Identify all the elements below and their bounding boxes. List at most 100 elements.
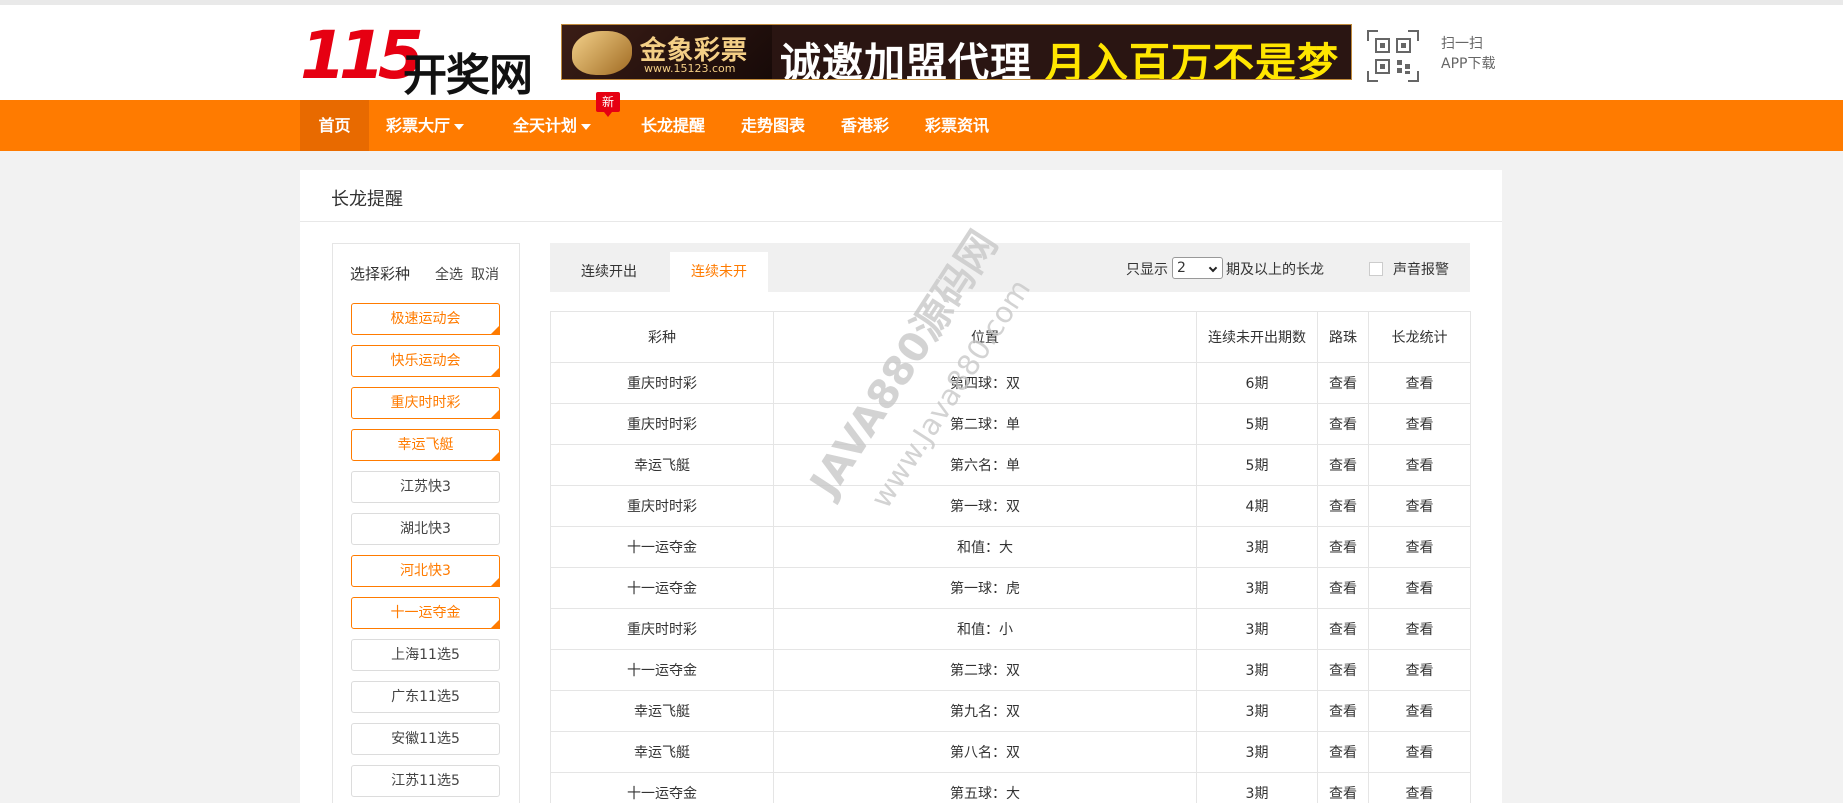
lottery-option[interactable]: 湖北快3 (351, 513, 500, 545)
road-view-link[interactable]: 查看 (1317, 731, 1369, 773)
nav-long-dragon-label: 长龙提醒 (641, 116, 706, 135)
cell-lottery: 重庆时时彩 (550, 608, 774, 650)
nav-daily-plan[interactable]: 全天计划 (513, 100, 592, 151)
table-row: 幸运飞艇 第八名：双 3期 查看 查看 (550, 731, 1471, 773)
site-header: 115 开奖网 金象彩票 www.15123.com 诚邀加盟代理 月入百万不是… (0, 5, 1843, 101)
cell-position: 第二球：单 (773, 403, 1197, 445)
lottery-option[interactable]: 安徽11选5 (351, 723, 500, 755)
lottery-option[interactable]: 江苏11选5 (351, 765, 500, 797)
road-view-link[interactable]: 查看 (1317, 526, 1369, 568)
road-view-link[interactable]: 查看 (1317, 403, 1369, 445)
tab-consecutive-drawn[interactable]: 连续开出 (560, 252, 658, 292)
lottery-option[interactable]: 幸运飞艇 (351, 429, 500, 461)
col-position: 位置 (773, 311, 1197, 363)
cell-position: 第五球：大 (773, 772, 1197, 803)
cell-lottery: 十一运夺金 (550, 772, 774, 803)
lottery-option[interactable]: 十一运夺金 (351, 597, 500, 629)
chevron-down-icon (454, 123, 465, 130)
nav-daily-plan-label: 全天计划 (513, 116, 578, 135)
lottery-option[interactable]: 上海11选5 (351, 639, 500, 671)
road-view-link[interactable]: 查看 (1317, 649, 1369, 691)
tab-consecutive-drawn-label: 连续开出 (581, 264, 637, 280)
min-periods-select[interactable]: 2 (1172, 257, 1223, 279)
lottery-option[interactable]: 河北快3 (351, 555, 500, 587)
cell-lottery: 幸运飞艇 (550, 731, 774, 773)
stats-view-link[interactable]: 查看 (1368, 608, 1471, 650)
logo-number: 115 (300, 17, 424, 94)
logo-text: 开奖网 (403, 50, 533, 101)
road-view-link[interactable]: 查看 (1317, 608, 1369, 650)
stats-view-link[interactable]: 查看 (1368, 362, 1471, 404)
cell-lottery: 幸运飞艇 (550, 444, 774, 486)
select-all-link[interactable]: 全选 (435, 264, 463, 284)
nav-hongkong[interactable]: 香港彩 (841, 100, 889, 151)
road-view-link[interactable]: 查看 (1317, 362, 1369, 404)
site-logo[interactable]: 115 开奖网 (300, 17, 552, 101)
table-body: 重庆时时彩 第四球：双 6期 查看 查看 重庆时时彩 第二球：单 5期 查看 查看 幸运飞艇 第六名：… (550, 362, 1471, 803)
qr-app-label: APP下载 (1441, 56, 1496, 72)
chevron-down-icon (581, 123, 592, 130)
road-view-link[interactable]: 查看 (1317, 444, 1369, 486)
cell-lottery: 重庆时时彩 (550, 485, 774, 527)
filter-suffix: 期及以上的长龙 (1226, 262, 1324, 278)
table-row: 重庆时时彩 第二球：单 5期 查看 查看 (550, 403, 1471, 445)
table-header-row: 彩种 位置 连续未开出期数 路珠 长龙统计 (550, 311, 1471, 363)
page-title: 长龙提醒 (331, 189, 403, 210)
cell-position: 第一球：虎 (773, 567, 1197, 609)
lottery-option[interactable]: 极速运动会 (351, 303, 500, 335)
sound-alarm-label: 声音报警 (1393, 262, 1449, 278)
road-view-link[interactable]: 查看 (1317, 772, 1369, 803)
cancel-link[interactable]: 取消 (471, 264, 499, 284)
lottery-option[interactable]: 江苏快3 (351, 471, 500, 503)
stats-view-link[interactable]: 查看 (1368, 690, 1471, 732)
tab-consecutive-not-drawn-label: 连续未开 (691, 264, 747, 280)
sound-alarm-checkbox[interactable] (1369, 262, 1383, 276)
nav-lottery-news[interactable]: 彩票资讯 (925, 100, 989, 151)
cell-periods: 3期 (1196, 526, 1318, 568)
col-lottery: 彩种 (550, 311, 774, 363)
lottery-option[interactable]: 快乐运动会 (351, 345, 500, 377)
nav-hongkong-label: 香港彩 (841, 116, 890, 135)
stats-view-link[interactable]: 查看 (1368, 526, 1471, 568)
cell-periods: 6期 (1196, 362, 1318, 404)
qr-scan-label: 扫一扫 (1441, 36, 1483, 52)
banner-brand: 金象彩票 www.15123.com (562, 25, 772, 79)
nav-long-dragon[interactable]: 长龙提醒 (641, 100, 705, 151)
stats-view-link[interactable]: 查看 (1368, 403, 1471, 445)
banner-slogan-yellow: 月入百万不是梦 (1045, 39, 1339, 80)
stats-view-link[interactable]: 查看 (1368, 649, 1471, 691)
nav-trend-charts-label: 走势图表 (741, 116, 806, 135)
lottery-option[interactable]: 广东11选5 (351, 681, 500, 713)
main-nav: 首页 彩票大厅 全天计划 长龙提醒 走势图表 香港彩 彩票资讯 (0, 100, 1843, 151)
stats-view-link[interactable]: 查看 (1368, 567, 1471, 609)
road-view-link[interactable]: 查看 (1317, 567, 1369, 609)
cell-periods: 3期 (1196, 690, 1318, 732)
nav-trend-charts[interactable]: 走势图表 (741, 100, 805, 151)
nav-home-label: 首页 (318, 116, 351, 135)
ad-banner[interactable]: 金象彩票 www.15123.com 诚邀加盟代理 月入百万不是梦 (561, 24, 1352, 80)
table-row: 幸运飞艇 第九名：双 3期 查看 查看 (550, 690, 1471, 732)
cell-lottery: 十一运夺金 (550, 649, 774, 691)
lottery-option[interactable]: 重庆时时彩 (351, 387, 500, 419)
road-view-link[interactable]: 查看 (1317, 690, 1369, 732)
table-row: 十一运夺金 和值：大 3期 查看 查看 (550, 526, 1471, 568)
new-badge: 新 (596, 92, 620, 117)
app-download-text[interactable]: 扫一扫 APP下载 (1441, 34, 1495, 74)
road-view-link[interactable]: 查看 (1317, 485, 1369, 527)
table-row: 十一运夺金 第一球：虎 3期 查看 查看 (550, 567, 1471, 609)
tab-consecutive-not-drawn[interactable]: 连续未开 (670, 252, 768, 292)
stats-view-link[interactable]: 查看 (1368, 444, 1471, 486)
stats-view-link[interactable]: 查看 (1368, 485, 1471, 527)
nav-home[interactable]: 首页 (300, 100, 369, 151)
stats-view-link[interactable]: 查看 (1368, 772, 1471, 803)
filter-prefix: 只显示 (1126, 262, 1168, 278)
table-row: 重庆时时彩 第四球：双 6期 查看 查看 (550, 362, 1471, 404)
col-periods: 连续未开出期数 (1196, 311, 1318, 363)
qr-code-icon[interactable] (1366, 29, 1420, 83)
cell-periods: 3期 (1196, 567, 1318, 609)
nav-lottery-hall[interactable]: 彩票大厅 (386, 100, 465, 151)
chevron-down-icon (1208, 263, 1218, 273)
cell-position: 第六名：单 (773, 444, 1197, 486)
table-row: 幸运飞艇 第六名：单 5期 查看 查看 (550, 444, 1471, 486)
stats-view-link[interactable]: 查看 (1368, 731, 1471, 773)
